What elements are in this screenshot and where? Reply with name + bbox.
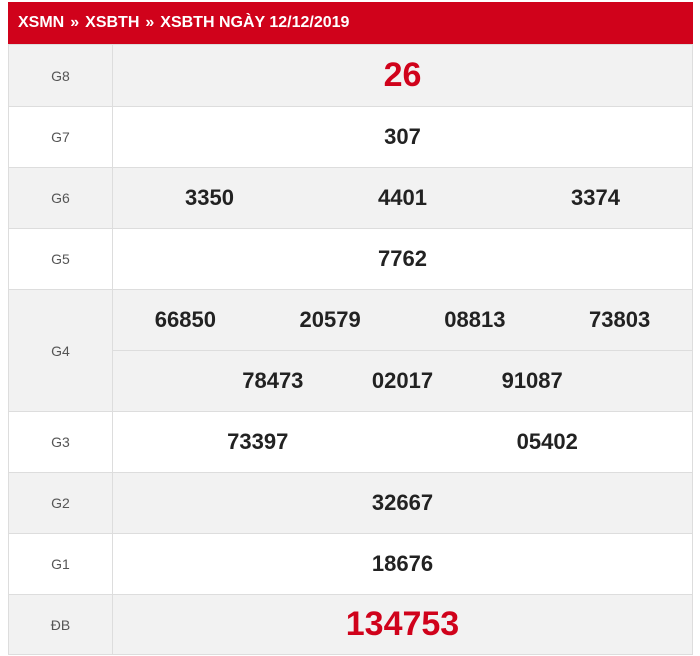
prize-row-g2: G2 32667	[8, 472, 693, 534]
breadcrumb: XSMN » XSBTH » XSBTH NGÀY 12/12/2019	[18, 14, 349, 32]
prize-number: 73397	[227, 429, 289, 454]
prize-label-g4: G4	[8, 289, 113, 412]
prize-number: 20579	[299, 307, 361, 332]
prize-number: 18676	[371, 551, 434, 576]
breadcrumb-link-xsmn[interactable]: XSMN	[18, 14, 64, 31]
prize-number: 08813	[444, 307, 506, 332]
prize-values-g3: 73397 05402	[112, 411, 693, 473]
results-header: XSMN » XSBTH » XSBTH NGÀY 12/12/2019	[8, 2, 693, 44]
prize-label-g3: G3	[8, 411, 113, 473]
breadcrumb-separator: »	[145, 14, 155, 31]
prize-row-db: ĐB 134753	[8, 594, 693, 655]
prize-values-g5: 7762	[112, 228, 693, 290]
prize-values-g6: 3350 4401 3374	[112, 167, 693, 229]
prize-row-g5: G5 7762	[8, 228, 693, 290]
results-table: G8 26 G7 307 G6 3350 4401 3374 G5 7762 G…	[8, 44, 693, 655]
prize-values-g1: 18676	[112, 533, 693, 595]
prize-number: 05402	[516, 429, 578, 454]
prize-number: 78473	[242, 368, 304, 393]
prize-number: 7762	[378, 246, 427, 271]
prize-number: 66850	[154, 307, 216, 332]
results-page: XSMN » XSBTH » XSBTH NGÀY 12/12/2019 G8 26 G…	[0, 0, 700, 656]
prize-label-g7: G7	[8, 106, 113, 168]
prize-label-g6: G6	[8, 167, 113, 229]
prize-values-g8: 26	[112, 44, 693, 107]
prize-row-g3: G3 73397 05402	[8, 411, 693, 473]
prize-row-g6: G6 3350 4401 3374	[8, 167, 693, 229]
prize-number: 307	[384, 124, 421, 149]
prize-row-g1: G1 18676	[8, 533, 693, 595]
prize-label-g1: G1	[8, 533, 113, 595]
prize-number: 73803	[589, 307, 651, 332]
breadcrumb-separator: »	[70, 14, 80, 31]
prize-label-g8: G8	[8, 44, 113, 107]
prize-values-g4-line1: 66850 20579 08813 73803	[112, 289, 693, 351]
prize-number: 26	[383, 56, 422, 94]
breadcrumb-link-date[interactable]: XSBTH NGÀY 12/12/2019	[160, 14, 349, 31]
prize-row-g8: G8 26	[8, 44, 693, 107]
prize-number: 32667	[371, 490, 434, 515]
prize-row-g7: G7 307	[8, 106, 693, 168]
prize-values-g7: 307	[112, 106, 693, 168]
prize-number: 91087	[501, 368, 563, 393]
prize-label-g5: G5	[8, 228, 113, 290]
prize-number: 3350	[185, 185, 234, 210]
prize-values-g4-line2: 78473 02017 91087	[112, 350, 693, 412]
prize-values-db: 134753	[112, 594, 693, 655]
special-prize-number: 134753	[345, 605, 460, 643]
prize-values-g2: 32667	[112, 472, 693, 534]
prize-number: 02017	[371, 368, 434, 393]
prize-number: 3374	[571, 185, 620, 210]
prize-label-db: ĐB	[8, 594, 113, 655]
breadcrumb-link-xsbth[interactable]: XSBTH	[85, 14, 139, 31]
prize-label-g2: G2	[8, 472, 113, 534]
prize-number: 4401	[378, 185, 427, 210]
prize-row-g4: G4 66850 20579 08813 73803	[8, 289, 693, 412]
